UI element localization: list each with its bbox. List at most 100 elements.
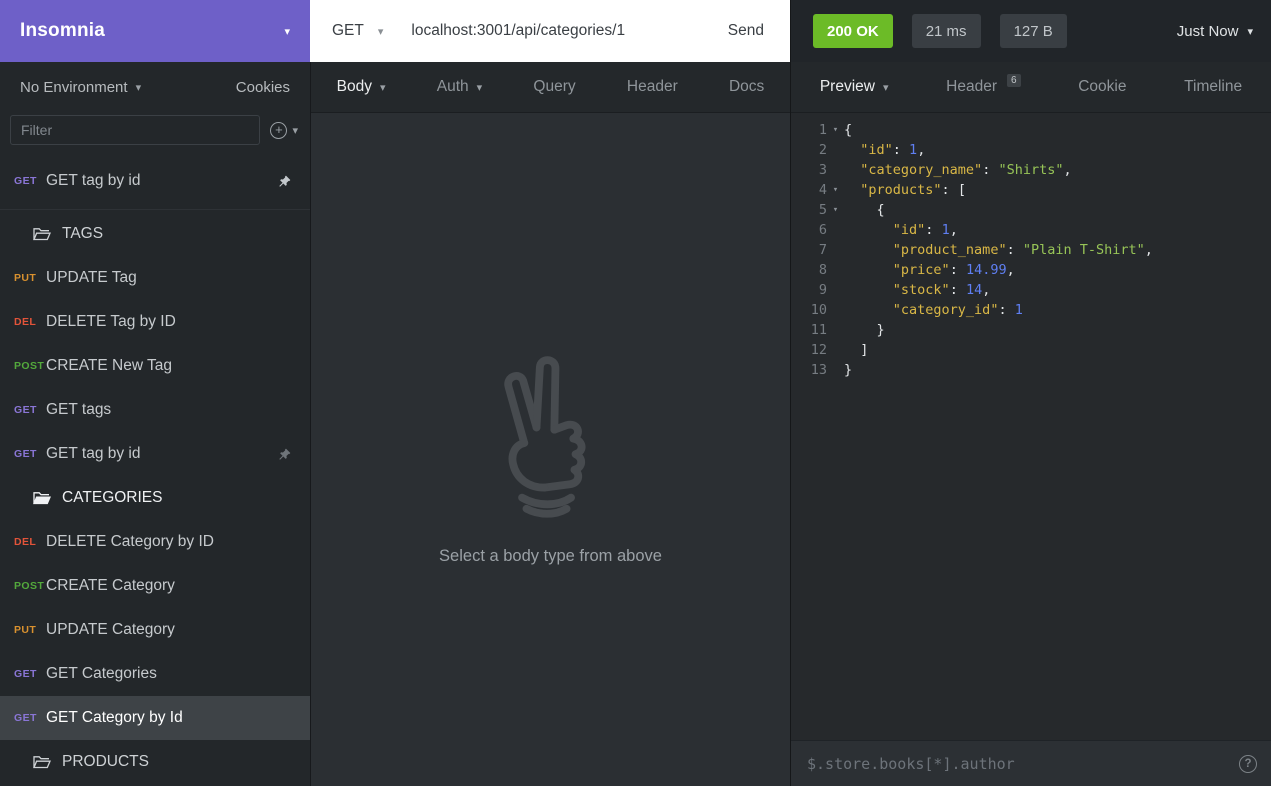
sidebar-request-get-tags[interactable]: GETGET tags bbox=[0, 388, 310, 432]
fold-spacer bbox=[827, 320, 844, 340]
peace-hand-icon bbox=[472, 345, 630, 521]
request-label: GET tags bbox=[46, 401, 310, 419]
method-badge: GET bbox=[0, 712, 46, 724]
response-filter-input[interactable] bbox=[807, 755, 1229, 773]
tab-label: Auth bbox=[437, 78, 469, 96]
code-text: ] bbox=[844, 340, 868, 360]
sidebar-folder-categories[interactable]: CATEGORIES bbox=[0, 476, 310, 520]
method-badge: GET bbox=[0, 448, 46, 460]
method-badge: GET bbox=[0, 175, 46, 187]
response-tab-timeline[interactable]: Timeline bbox=[1174, 62, 1252, 112]
response-tab-header[interactable]: Header 6 bbox=[936, 62, 1030, 112]
response-time-badge: 21 ms bbox=[912, 14, 981, 48]
pin-icon[interactable] bbox=[278, 448, 310, 461]
url-input[interactable]: localhost:3001/api/categories/1 bbox=[411, 22, 727, 40]
sidebar-request-create-category[interactable]: POSTCREATE Category bbox=[0, 564, 310, 608]
folder-label: TAGS bbox=[62, 225, 310, 243]
app-title: Insomnia bbox=[20, 20, 105, 42]
sidebar-request-get-category-by-id[interactable]: GETGET Category by Id bbox=[0, 696, 310, 740]
request-tab-auth[interactable]: Auth ▾ bbox=[427, 62, 492, 112]
header-count-badge: 6 bbox=[1007, 74, 1021, 87]
code-text: "category_name": "Shirts", bbox=[844, 160, 1072, 180]
sidebar-request-delete-tag-by-id[interactable]: DELDELETE Tag by ID bbox=[0, 300, 310, 344]
sidebar-request-update-tag[interactable]: PUTUPDATE Tag bbox=[0, 256, 310, 300]
cookies-button[interactable]: Cookies bbox=[236, 79, 290, 96]
folder-label: PRODUCTS bbox=[62, 753, 310, 771]
line-number: 2 bbox=[791, 140, 827, 160]
code-line: 4▾ "products": [ bbox=[791, 180, 1271, 200]
method-badge: DEL bbox=[0, 316, 46, 328]
workspace-dropdown[interactable]: Insomnia ▾ bbox=[0, 0, 310, 62]
fold-toggle-icon[interactable]: ▾ bbox=[827, 200, 844, 220]
code-text: "product_name": "Plain T-Shirt", bbox=[844, 240, 1153, 260]
code-text: { bbox=[844, 200, 885, 220]
fold-spacer bbox=[827, 340, 844, 360]
sidebar-folder-products[interactable]: PRODUCTS bbox=[0, 740, 310, 784]
method-badge: GET bbox=[0, 668, 46, 680]
environment-label: No Environment bbox=[20, 79, 128, 96]
empty-body-placeholder: Select a body type from above bbox=[311, 345, 790, 566]
code-line: 1▾{ bbox=[791, 120, 1271, 140]
tab-label: Body bbox=[337, 78, 372, 96]
method-badge: DEL bbox=[0, 536, 46, 548]
request-tab-header[interactable]: Header bbox=[617, 62, 688, 112]
response-history-dropdown[interactable]: Just Now ▾ bbox=[1177, 23, 1253, 40]
code-line: 5▾ { bbox=[791, 200, 1271, 220]
fold-toggle-icon[interactable]: ▾ bbox=[827, 180, 844, 200]
code-text: } bbox=[844, 320, 885, 340]
request-tab-query[interactable]: Query bbox=[523, 62, 585, 112]
tab-label: Cookie bbox=[1078, 78, 1126, 96]
line-number: 7 bbox=[791, 240, 827, 260]
tab-label: Timeline bbox=[1184, 78, 1242, 96]
response-body-code[interactable]: 1▾{2 "id": 1,3 "category_name": "Shirts"… bbox=[791, 113, 1271, 740]
code-text: } bbox=[844, 360, 852, 380]
request-pane: GET ▾ localhost:3001/api/categories/1 Se… bbox=[310, 0, 790, 786]
method-dropdown[interactable]: GET ▾ bbox=[332, 22, 383, 40]
environment-dropdown[interactable]: No Environment ▾ bbox=[20, 79, 141, 96]
sidebar-filter-row: + ▾ bbox=[0, 112, 310, 152]
send-button[interactable]: Send bbox=[728, 22, 764, 40]
request-label: DELETE Category by ID bbox=[46, 533, 310, 551]
code-text: { bbox=[844, 120, 852, 140]
line-number: 12 bbox=[791, 340, 827, 360]
chevron-down-icon: ▾ bbox=[378, 25, 384, 38]
filter-help-icon[interactable]: ? bbox=[1239, 755, 1257, 773]
tab-label: Header bbox=[627, 78, 678, 96]
sidebar-filter-input[interactable] bbox=[10, 115, 260, 145]
line-number: 9 bbox=[791, 280, 827, 300]
request-tab-docs[interactable]: Docs bbox=[719, 62, 774, 112]
folder-open-icon bbox=[33, 227, 51, 241]
request-label: GET Category by Id bbox=[46, 709, 310, 727]
sidebar-request-delete-category-by-id[interactable]: DELDELETE Category by ID bbox=[0, 520, 310, 564]
fold-spacer bbox=[827, 140, 844, 160]
sidebar-request-get-tag-by-id[interactable]: GETGET tag by id bbox=[0, 432, 310, 476]
response-tab-preview[interactable]: Preview▾ bbox=[810, 62, 899, 112]
sidebar-request-create-new-tag[interactable]: POSTCREATE New Tag bbox=[0, 344, 310, 388]
chevron-down-icon: ▾ bbox=[477, 81, 483, 94]
sidebar-folder-tags[interactable]: TAGS bbox=[0, 212, 310, 256]
fold-spacer bbox=[827, 300, 844, 320]
code-line: 6 "id": 1, bbox=[791, 220, 1271, 240]
code-line: 13} bbox=[791, 360, 1271, 380]
code-text: "products": [ bbox=[844, 180, 966, 200]
fold-toggle-icon[interactable]: ▾ bbox=[827, 120, 844, 140]
sidebar-request-get-categories[interactable]: GETGET Categories bbox=[0, 652, 310, 696]
line-number: 13 bbox=[791, 360, 827, 380]
url-bar: GET ▾ localhost:3001/api/categories/1 Se… bbox=[310, 0, 790, 62]
line-number: 11 bbox=[791, 320, 827, 340]
code-text: "id": 1, bbox=[844, 140, 925, 160]
sidebar-request-get-tag-by-id-pinned[interactable]: GETGET tag by id bbox=[0, 161, 310, 201]
chevron-down-icon: ▾ bbox=[136, 81, 142, 94]
folder-label: CATEGORIES bbox=[62, 489, 310, 507]
create-request-button[interactable]: + ▾ bbox=[270, 122, 298, 139]
tab-label: Docs bbox=[729, 78, 764, 96]
sidebar-request-update-category[interactable]: PUTUPDATE Category bbox=[0, 608, 310, 652]
pinned-requests-section: GETGET tag by id bbox=[0, 152, 310, 210]
response-size-badge: 127 B bbox=[1000, 14, 1067, 48]
response-tab-cookie[interactable]: Cookie bbox=[1068, 62, 1136, 112]
fold-spacer bbox=[827, 280, 844, 300]
request-tab-body[interactable]: Body▾ bbox=[327, 62, 396, 112]
fold-spacer bbox=[827, 360, 844, 380]
pin-icon[interactable] bbox=[278, 175, 310, 188]
tab-label: Header bbox=[946, 78, 997, 96]
